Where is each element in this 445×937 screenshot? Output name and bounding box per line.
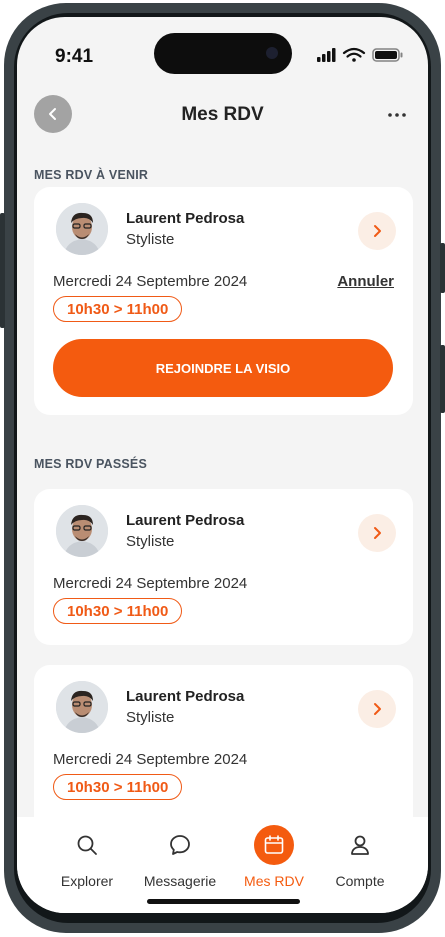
person-role: Styliste — [126, 709, 175, 726]
chevron-right-icon — [374, 703, 381, 715]
chevron-right-icon — [374, 527, 381, 539]
tab-label: Mes RDV — [244, 873, 304, 889]
tab-mes-rdv[interactable]: Mes RDV — [234, 825, 314, 889]
appointment-date: Mercredi 24 Septembre 2024 — [53, 751, 248, 768]
join-visio-button[interactable]: REJOINDRE LA VISIO — [53, 339, 393, 397]
person-name: Laurent Pedrosa — [126, 688, 245, 705]
open-appointment-button[interactable] — [358, 212, 396, 250]
side-button-right-2 — [440, 345, 445, 413]
tab-explorer[interactable]: Explorer — [47, 825, 127, 889]
calendar-icon — [254, 825, 294, 865]
dynamic-island — [154, 33, 292, 74]
search-icon — [67, 825, 107, 865]
status-time: 9:41 — [55, 46, 94, 67]
more-icon — [388, 113, 406, 117]
wifi-icon — [342, 47, 366, 62]
top-bar: Mes RDV — [17, 95, 428, 145]
time-slot-badge: 10h30 > 11h00 — [53, 774, 183, 800]
page-title: Mes RDV — [181, 104, 264, 125]
appointment-card-past: Laurent Pedrosa Styliste Mercredi 24 Sep… — [34, 489, 413, 645]
person-role: Styliste — [126, 231, 175, 248]
avatar — [56, 505, 108, 557]
signal-icon — [317, 48, 336, 62]
status-icons — [317, 47, 407, 63]
camera-icon — [266, 47, 278, 59]
person-role: Styliste — [126, 533, 175, 550]
cancel-link[interactable]: Annuler — [337, 273, 394, 290]
tab-messagerie[interactable]: Messagerie — [140, 825, 220, 889]
appointment-date: Mercredi 24 Septembre 2024 — [53, 575, 248, 592]
tab-label: Compte — [335, 873, 385, 889]
tab-compte[interactable]: Compte — [320, 825, 400, 889]
chat-icon — [160, 825, 200, 865]
side-button-right-1 — [440, 243, 445, 293]
battery-icon — [372, 48, 403, 62]
appointment-date: Mercredi 24 Septembre 2024 — [53, 273, 248, 290]
screen: 9:41 Mes RDV MES RDV À VENIR Laurent Ped… — [17, 17, 428, 913]
avatar — [56, 681, 108, 733]
appointment-card-past: Laurent Pedrosa Styliste Mercredi 24 Sep… — [34, 665, 413, 835]
time-slot-badge: 10h30 > 11h00 — [53, 598, 183, 624]
chevron-right-icon — [374, 225, 381, 237]
open-appointment-button[interactable] — [358, 690, 396, 728]
avatar — [56, 203, 108, 255]
time-slot-badge: 10h30 > 11h00 — [53, 296, 183, 322]
tab-label: Messagerie — [143, 873, 217, 889]
home-indicator — [147, 899, 300, 904]
section-title-past: MES RDV PASSÉS — [34, 457, 148, 471]
section-title-upcoming: MES RDV À VENIR — [34, 168, 149, 182]
person-name: Laurent Pedrosa — [126, 210, 245, 227]
status-bar: 9:41 — [17, 17, 428, 91]
side-button-left — [0, 213, 5, 328]
more-button[interactable] — [385, 103, 409, 127]
appointment-card-upcoming: Laurent Pedrosa Styliste Mercredi 24 Sep… — [34, 187, 413, 415]
user-icon — [340, 825, 380, 865]
person-name: Laurent Pedrosa — [126, 512, 245, 529]
tab-label: Explorer — [60, 873, 114, 889]
open-appointment-button[interactable] — [358, 514, 396, 552]
